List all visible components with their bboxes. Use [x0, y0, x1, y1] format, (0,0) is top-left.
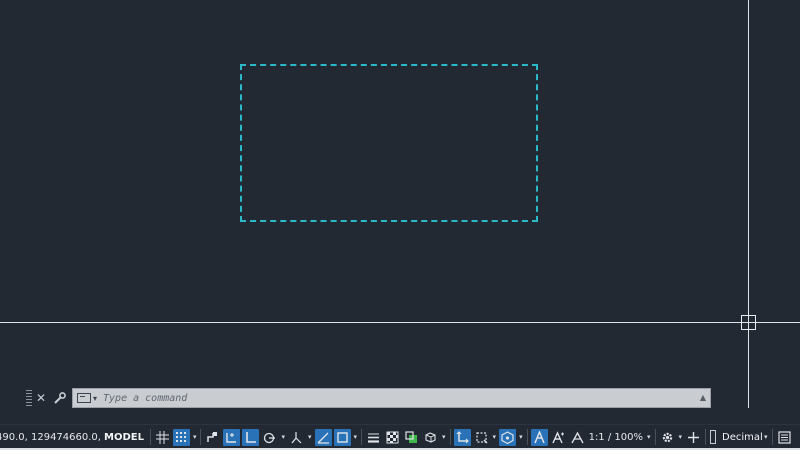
- object-snap-tracking-icon[interactable]: [314, 428, 332, 446]
- units-value[interactable]: Decimal: [722, 432, 763, 443]
- annotation-scale-dropdown-icon[interactable]: ▾: [647, 433, 651, 441]
- crosshair-horizontal: [0, 322, 800, 323]
- annotation-visibility-icon[interactable]: [530, 428, 548, 446]
- infer-constraints-icon[interactable]: [204, 429, 221, 446]
- command-input[interactable]: [101, 389, 710, 407]
- lineweight-icon[interactable]: [365, 429, 382, 446]
- status-separator: [200, 429, 202, 445]
- grid-icon[interactable]: [154, 429, 171, 446]
- command-prompt-icon[interactable]: [77, 393, 91, 403]
- status-separator: [705, 429, 707, 445]
- customization-icon[interactable]: [776, 429, 793, 446]
- selection-cycling-icon[interactable]: [403, 429, 420, 446]
- dynamic-ucs-icon[interactable]: [453, 428, 471, 446]
- model-space-button[interactable]: MODEL: [104, 432, 144, 443]
- object-snap-icon[interactable]: [333, 428, 351, 446]
- drawing-canvas[interactable]: [0, 0, 800, 408]
- selection-rectangle[interactable]: [240, 64, 538, 222]
- 3d-osnap-dropdown-icon[interactable]: ▾: [442, 433, 446, 441]
- 3d-osnap-icon[interactable]: [422, 429, 439, 446]
- workspace-dropdown-icon[interactable]: ▾: [679, 433, 683, 441]
- polar-dropdown-icon[interactable]: ▾: [281, 433, 285, 441]
- polar-icon[interactable]: [261, 429, 278, 446]
- ortho-icon[interactable]: [242, 428, 260, 446]
- dynamic-input-icon[interactable]: [223, 428, 241, 446]
- status-separator: [654, 429, 656, 445]
- auto-scale-icon[interactable]: [550, 429, 567, 446]
- command-input-box[interactable]: ▾ ▲: [72, 388, 711, 408]
- isodraft-icon[interactable]: [288, 429, 305, 446]
- isodraft-dropdown-icon[interactable]: ▾: [308, 433, 312, 441]
- crosshair-pickbox: [741, 315, 756, 330]
- status-separator: [149, 429, 151, 445]
- plus-icon[interactable]: [685, 429, 702, 446]
- snap-dropdown-icon[interactable]: ▾: [193, 433, 197, 441]
- gizmo-icon[interactable]: [499, 428, 517, 446]
- status-separator: [771, 429, 773, 445]
- command-line: ✕ ▾ ▲: [26, 388, 711, 408]
- wrench-icon[interactable]: [52, 390, 68, 406]
- selection-filter-dropdown-icon[interactable]: ▾: [493, 433, 497, 441]
- selection-filter-icon[interactable]: [473, 429, 490, 446]
- recent-commands-dropdown-icon[interactable]: ▾: [93, 394, 97, 403]
- units-icon: [710, 430, 717, 444]
- transparency-icon[interactable]: [384, 429, 401, 446]
- object-snap-dropdown-icon[interactable]: ▾: [354, 433, 358, 441]
- status-separator: [449, 429, 451, 445]
- annotation-scale-value[interactable]: 1:1 / 100%: [589, 432, 643, 443]
- annotation-scale-icon[interactable]: [569, 429, 586, 446]
- command-line-grip-icon[interactable]: [26, 390, 32, 406]
- coordinate-readout[interactable]: 490.0, 129474660.0, 0.0: [0, 432, 100, 443]
- snap-icon[interactable]: [172, 428, 190, 446]
- status-separator: [526, 429, 528, 445]
- command-history-up-icon[interactable]: ▲: [700, 393, 706, 402]
- workspace-gear-icon[interactable]: [659, 429, 676, 446]
- status-separator: [361, 429, 363, 445]
- status-bar: 490.0, 129474660.0, 0.0 MODEL ▾ ▾ ▾ ▾: [0, 424, 800, 449]
- crosshair-vertical: [748, 0, 749, 408]
- gizmo-dropdown-icon[interactable]: ▾: [519, 433, 523, 441]
- units-dropdown-icon[interactable]: ▾: [764, 433, 768, 441]
- close-icon[interactable]: ✕: [34, 391, 48, 405]
